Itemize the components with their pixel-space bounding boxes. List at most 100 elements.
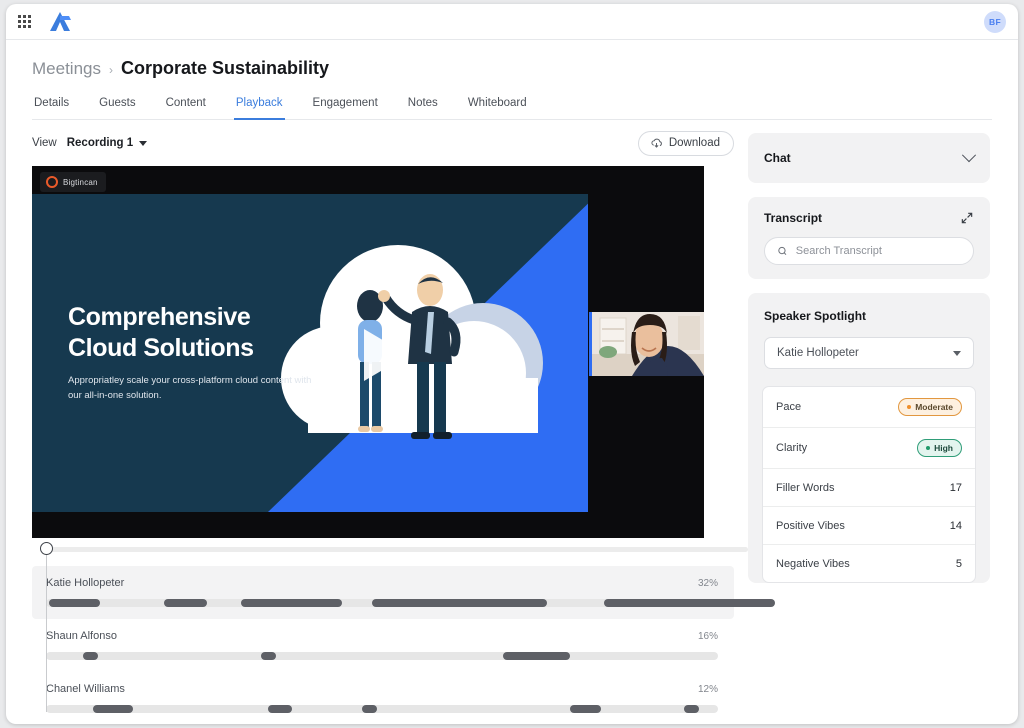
playhead-line [46,550,47,712]
tab-whiteboard[interactable]: Whiteboard [466,93,529,120]
speech-segment [82,652,98,660]
tab-bar: Details Guests Content Playback Engageme… [32,93,992,120]
tab-guests[interactable]: Guests [97,93,137,120]
search-icon [778,246,787,255]
speaker-percent: 16% [697,631,718,642]
speech-segment [684,705,700,713]
page-title: Corporate Sustainability [120,58,330,78]
slide-subtitle: Appropriatley scale your cross-platform … [68,375,312,401]
video-player[interactable]: Comprehensive Cloud Solutions Appropriat… [32,166,704,538]
metric-row-positive-vibes: Positive Vibes 14 [763,506,975,544]
speech-segment [603,599,776,607]
metric-row-pace: Pace Moderate [763,387,975,427]
tab-playback[interactable]: Playback [233,93,285,120]
speech-segment [261,652,276,660]
speaker-percent: 32% [697,578,718,589]
status-badge-label: High [934,443,953,453]
recording-selector-label: Recording 1 [66,137,134,149]
transcript-search-box[interactable] [764,237,974,265]
caret-down-icon [139,140,148,146]
speaker-percent: 12% [697,684,718,695]
right-sidebar: Chat Transcript Search Transcript Speake… [748,120,990,724]
view-label: View [32,137,57,149]
metric-value: 17 [949,481,962,494]
download-label: Download [668,137,720,149]
transcript-panel-title: Transcript [764,211,823,225]
status-badge-label: Moderate [915,402,953,412]
view-toolbar: View Recording 1 Download [32,120,734,166]
expand-diagonal-icon[interactable] [960,211,974,225]
scrubber-handle[interactable] [40,542,53,555]
recording-selector[interactable]: Recording 1 [66,137,148,149]
caret-down-icon [953,350,961,356]
tab-notes[interactable]: Notes [406,93,440,120]
slide-title: Comprehensive Cloud Solutions [68,302,254,364]
breadcrumb-separator: › [108,63,113,77]
chat-panel-title: Chat [764,151,791,165]
slide-title-line1: Comprehensive [68,303,251,331]
speaker-timeline-row[interactable]: Katie Hollopeter 32% [32,566,776,619]
play-triangle-icon[interactable] [364,329,408,381]
top-bar: BF [6,4,1018,40]
speaker-track[interactable] [46,652,718,660]
download-button[interactable]: Download [637,130,734,156]
slide-title-line2: Cloud Solutions [68,334,254,362]
cloud-illustration [281,245,543,439]
speaker-row-header: Shaun Alfonso 16% [46,630,718,642]
playback-timeline: Katie Hollopeter 32% Shaun Alfonso 16% C… [32,538,776,724]
speaker-webcam-thumbnail[interactable] [589,312,704,376]
tab-details[interactable]: Details [32,93,71,120]
spotlight-panel-title: Speaker Spotlight [764,309,867,323]
page-header: Meetings › Corporate Sustainability Deta… [6,40,1018,120]
speaker-track[interactable] [46,599,776,607]
metric-row-negative-vibes: Negative Vibes 5 [763,544,975,582]
transcript-panel-header: Transcript [764,211,974,225]
cloud-download-icon [651,138,662,148]
metric-label: Pace [776,401,802,413]
metric-value: 5 [955,557,962,570]
chevron-down-icon[interactable] [961,148,977,163]
speaker-row-header: Chanel Williams 12% [46,683,718,695]
speaker-spotlight-panel: Speaker Spotlight Katie Hollopeter Pace … [748,293,990,583]
bigtincan-watermark: Bigtincan [40,172,106,192]
status-dot-icon [907,405,912,409]
speech-segment [361,705,377,713]
search-input[interactable] [795,245,961,257]
grid-apps-icon[interactable] [18,15,31,28]
speaker-track[interactable] [46,705,718,713]
webcam-image [592,312,704,376]
speech-segment [267,705,292,713]
bigtincan-ring-logo [46,176,58,188]
speaker-select-value: Katie Hollopeter [777,347,859,359]
speaker-name: Shaun Alfonso [46,630,117,642]
metric-row-filler-words: Filler Words 17 [763,468,975,506]
breadcrumb-parent[interactable]: Meetings [32,59,101,79]
speaker-name: Katie Hollopeter [46,577,125,589]
transcript-panel: Transcript [748,197,990,279]
speech-segment [163,599,208,607]
main-content: View Recording 1 Download Comprehensive … [6,120,1018,724]
brand-a-logo[interactable] [47,11,73,33]
speech-segment [502,652,571,660]
avatar[interactable]: BF [984,11,1006,33]
playback-column: View Recording 1 Download Comprehensive … [32,120,776,724]
status-badge: Moderate [898,398,962,416]
speaker-select-dropdown[interactable]: Katie Hollopeter [764,337,974,369]
metric-label: Negative Vibes [776,557,850,570]
breadcrumb: Meetings › Corporate Sustainability [32,58,992,79]
speaker-timeline-row[interactable]: Chanel Williams 12% [32,672,734,724]
tab-content[interactable]: Content [164,93,208,120]
tab-engagement[interactable]: Engagement [311,93,380,120]
speech-segment [570,705,602,713]
scrubber-track[interactable] [46,547,748,552]
slide-canvas: Comprehensive Cloud Solutions Appropriat… [32,194,588,512]
speech-segment [371,599,547,607]
status-badge: High [917,439,962,457]
speaker-row-header: Katie Hollopeter 32% [46,577,718,589]
speaker-timeline-row[interactable]: Shaun Alfonso 16% [32,619,734,672]
spotlight-metrics-list: Pace Moderate Clarity High Filler Words … [762,386,976,583]
speaker-name: Chanel Williams [46,683,125,695]
status-dot-icon [926,446,931,450]
metric-label: Filler Words [776,481,835,494]
metric-row-clarity: Clarity High [763,427,975,468]
